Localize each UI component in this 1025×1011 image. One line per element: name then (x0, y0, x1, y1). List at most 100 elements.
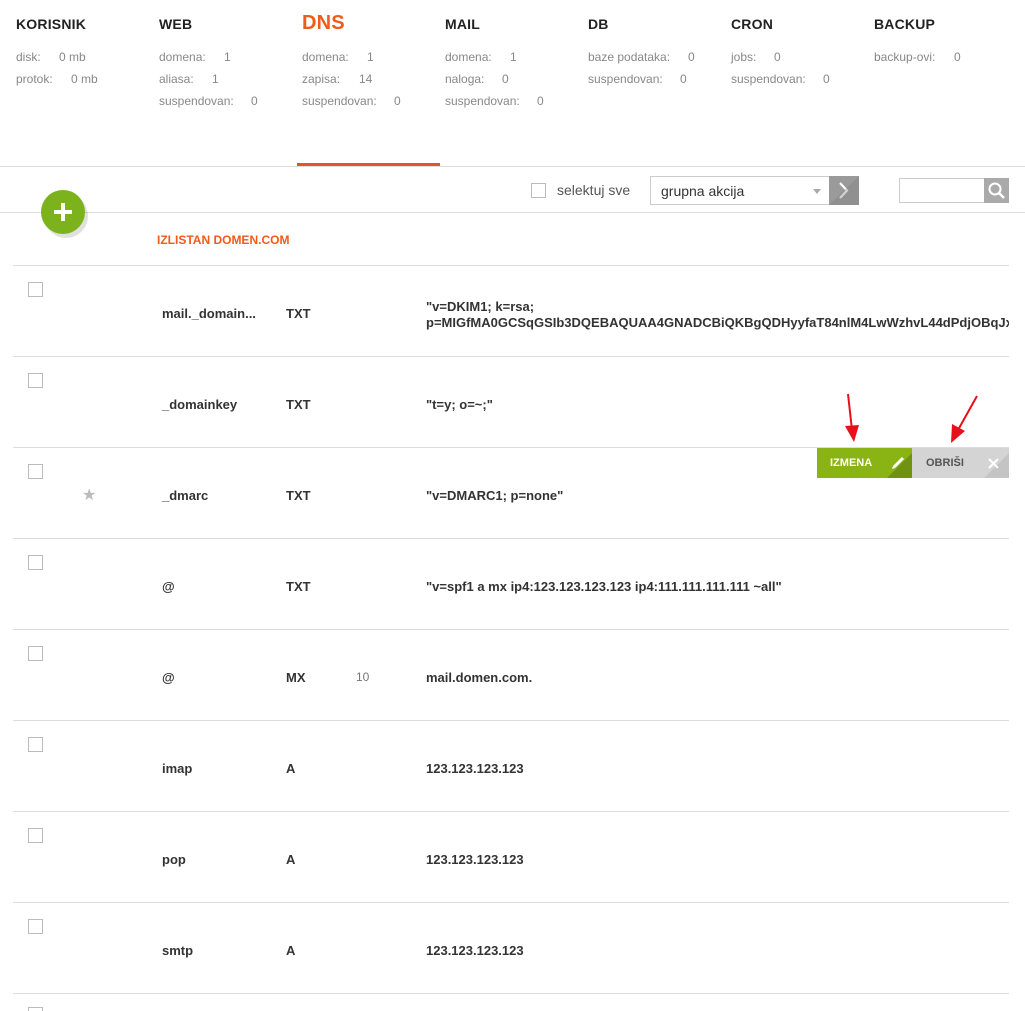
stat-title: MAIL (445, 16, 481, 32)
stat-label: domena: (445, 50, 492, 64)
stat-label: suspendovan: (302, 94, 377, 108)
active-tab-indicator (297, 163, 440, 166)
row-checkbox[interactable] (28, 828, 43, 843)
table-row[interactable]: _domainkey TXT "t=y; o=~;" (13, 356, 1009, 448)
stat-value: 1 (212, 72, 219, 86)
table-row[interactable]: mail._domain... TXT "v=DKIM1; k=rsa; p=M… (13, 265, 1009, 357)
record-type: MX (286, 670, 306, 685)
select-all-label: selektuj sve (557, 182, 631, 198)
stat-value: 0 mb (71, 72, 98, 86)
stat-row: suspendovan: 0 (159, 94, 258, 108)
stat-row: disk: 0 mb (16, 50, 86, 64)
add-record-button[interactable] (41, 190, 85, 234)
stat-label: baze podataka: (588, 50, 671, 64)
row-checkbox[interactable] (28, 737, 43, 752)
table-row[interactable]: @ MX 10 mail.domen.com. (13, 629, 1009, 721)
stat-title: DNS (302, 12, 345, 34)
stat-label: suspendovan: (445, 94, 520, 108)
stat-title: BACKUP (874, 16, 936, 32)
divider (0, 212, 1025, 213)
search-icon (988, 182, 1005, 199)
bulk-action-select[interactable]: grupna akcija (650, 176, 830, 205)
stat-label: protok: (16, 72, 53, 86)
stat-label: disk: (16, 50, 41, 64)
stat-label: suspendovan: (731, 72, 806, 86)
stat-title: DB (588, 16, 609, 32)
record-value: 123.123.123.123 (426, 761, 524, 776)
record-host: @ (162, 579, 175, 594)
stat-label: zapisa: (302, 72, 341, 86)
stat-value: 0 (688, 50, 695, 64)
stat-value: 0 (680, 72, 687, 86)
chevron-right-icon (839, 182, 849, 199)
record-value: "v=DKIM1; k=rsa; p=MIGfMA0GCSqGSIb3DQEBA… (426, 299, 1009, 331)
search-button[interactable] (984, 178, 1009, 203)
bulk-action-label: grupna akcija (661, 183, 745, 199)
divider (0, 166, 1025, 167)
table-row[interactable]: pop A 123.123.123.123 (13, 811, 1009, 903)
stat-row: domena: 1 (159, 50, 231, 64)
stat-title: KORISNIK (16, 16, 87, 32)
stat-title: WEB (159, 16, 193, 32)
stat-label: suspendovan: (588, 72, 663, 86)
stat-row: naloga: 0 (445, 72, 509, 86)
record-value: 123.123.123.123 (426, 852, 524, 867)
row-checkbox[interactable] (28, 646, 43, 661)
record-host: _domainkey (162, 397, 238, 412)
record-type: A (286, 943, 296, 958)
table-row[interactable]: @ TXT "v=spf1 a mx ip4:123.123.123.123 i… (13, 538, 1009, 630)
row-checkbox[interactable] (28, 919, 43, 934)
stat-row: domena: 1 (445, 50, 517, 64)
record-host: @ (162, 670, 175, 685)
record-type: TXT (286, 306, 311, 321)
stat-value: 0 (954, 50, 961, 64)
stat-row: aliasa: 1 (159, 72, 219, 86)
stat-row: suspendovan: 0 (302, 94, 401, 108)
stat-row: suspendovan: 0 (588, 72, 687, 86)
row-checkbox[interactable] (28, 282, 43, 297)
edit-button[interactable]: IZMENA (817, 448, 912, 478)
divider (13, 993, 1009, 994)
delete-button[interactable]: OBRIŠI (912, 448, 1009, 478)
stat-row: domena: 1 (302, 50, 374, 64)
stat-value: 0 (823, 72, 830, 86)
plus-icon-part (61, 203, 65, 221)
stat-label: aliasa: (159, 72, 194, 86)
row-checkbox[interactable] (28, 555, 43, 570)
list-title: IZLISTAN DOMEN.COM (157, 233, 290, 247)
stat-value: 0 (394, 94, 401, 108)
record-value: "t=y; o=~;" (426, 397, 493, 412)
stat-value: 1 (510, 50, 517, 64)
stat-label: naloga: (445, 72, 485, 86)
stat-label: backup-ovi: (874, 50, 936, 64)
stat-value: 1 (367, 50, 374, 64)
record-value-line: p=MIGfMA0GCSqGSIb3DQEBAQUAA4GNADCBiQKBgQ… (426, 315, 1009, 330)
select-all-checkbox[interactable] (531, 183, 546, 198)
record-host: pop (162, 852, 186, 867)
stat-value: 14 (359, 72, 373, 86)
stat-label: suspendovan: (159, 94, 234, 108)
stat-label: jobs: (731, 50, 757, 64)
table-row[interactable]: imap A 123.123.123.123 (13, 720, 1009, 812)
record-host: mail._domain... (162, 306, 256, 321)
record-value-line: "v=DKIM1; k=rsa; (426, 299, 535, 314)
pencil-icon (887, 453, 912, 478)
close-icon (984, 453, 1009, 478)
row-checkbox[interactable] (28, 373, 43, 388)
bulk-action-apply-button[interactable] (829, 176, 859, 205)
star-icon[interactable]: ★ (82, 485, 96, 505)
record-priority: 10 (356, 670, 370, 684)
record-type: A (286, 852, 296, 867)
row-checkbox[interactable] (28, 464, 43, 479)
row-checkbox[interactable] (28, 1007, 43, 1011)
record-host: _dmarc (162, 488, 209, 503)
record-type: TXT (286, 488, 311, 503)
record-value: mail.domen.com. (426, 670, 533, 685)
table-row[interactable]: smtp A 123.123.123.123 (13, 902, 1009, 994)
stat-row: zapisa: 14 (302, 72, 372, 86)
search-input[interactable] (899, 178, 985, 203)
stat-row: jobs: 0 (731, 50, 781, 64)
stat-row: baze podataka: 0 (588, 50, 695, 64)
stat-label: domena: (302, 50, 349, 64)
stat-value: 0 (537, 94, 544, 108)
